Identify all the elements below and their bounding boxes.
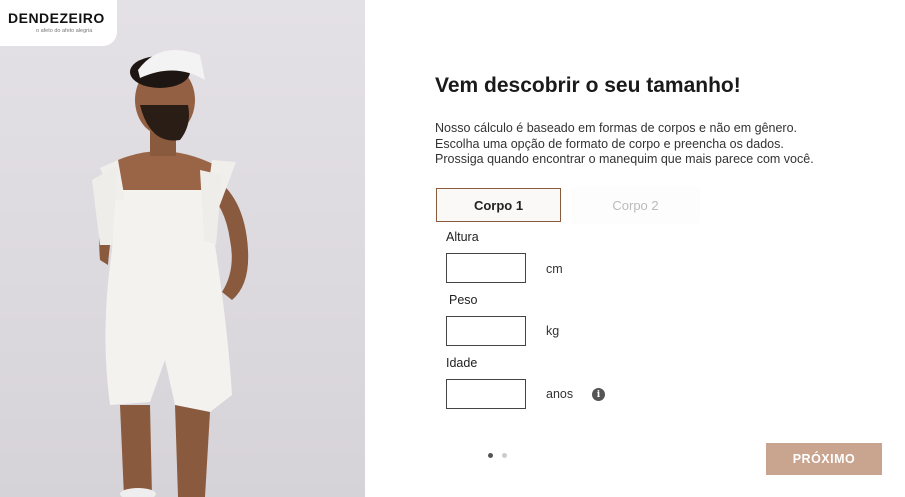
height-unit: cm — [546, 262, 563, 276]
age-label: Idade — [446, 356, 478, 370]
next-button[interactable]: PRÓXIMO — [766, 443, 882, 475]
age-unit: anos — [546, 387, 574, 401]
height-label: Altura — [446, 230, 479, 244]
brand-logo[interactable]: DENDEZEIRO o afeto do afeto alegria — [0, 0, 117, 46]
description-line: Nosso cálculo é baseado em formas de cor… — [435, 121, 798, 135]
model-illustration — [92, 50, 249, 497]
description-line: Escolha uma opção de formato de corpo e … — [435, 136, 784, 151]
weight-label: Peso — [449, 293, 478, 307]
age-input[interactable] — [446, 379, 526, 409]
pagination-dot-active[interactable] — [488, 453, 493, 458]
logo-text: DENDEZEIRO — [8, 10, 105, 26]
description: Nosso cálculo é baseado em formas de cor… — [435, 121, 814, 168]
logo-tagline: o afeto do afeto alegria — [36, 28, 93, 34]
size-finder-panel: Vem descobrir o seu tamanho! Nosso cálcu… — [435, 0, 882, 497]
tab-corpo-1[interactable]: Corpo 1 — [436, 188, 561, 222]
description-line: Prossiga quando encontrar o manequim que… — [435, 152, 814, 166]
pagination-dot[interactable] — [502, 453, 507, 458]
info-icon[interactable]: i — [592, 388, 605, 401]
weight-input[interactable] — [446, 316, 526, 346]
product-photo: DENDEZEIRO o afeto do afeto alegria — [0, 0, 365, 497]
tab-corpo-2[interactable]: Corpo 2 — [573, 188, 698, 222]
height-input[interactable] — [446, 253, 526, 283]
page-title: Vem descobrir o seu tamanho! — [435, 74, 741, 97]
weight-unit: kg — [546, 324, 560, 338]
